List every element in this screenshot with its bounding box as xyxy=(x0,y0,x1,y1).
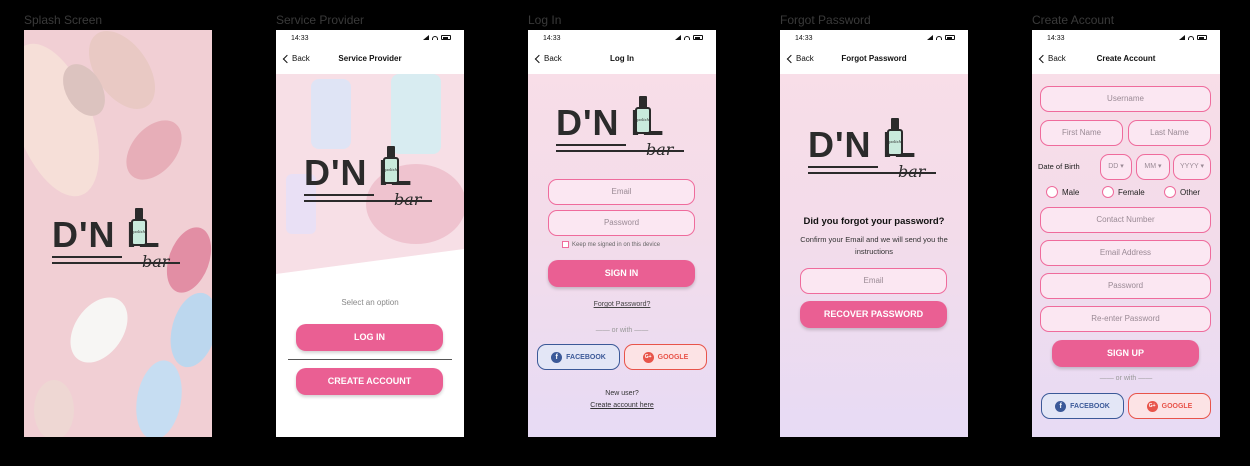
signal-icon xyxy=(927,35,933,40)
status-bar: 14:33 xyxy=(276,30,464,46)
facebook-icon: f xyxy=(1055,400,1067,412)
frame-label-splash: Splash Screen xyxy=(24,13,103,27)
or-with-divider: —— or with —— xyxy=(595,327,649,334)
status-bar: 14:33 xyxy=(780,30,968,46)
google-button[interactable]: G+ GOOGLE xyxy=(1128,393,1211,419)
nav-bar: Back Service Provider xyxy=(276,46,464,74)
last-name-field[interactable]: Last Name xyxy=(1128,120,1211,146)
back-button[interactable]: Back xyxy=(786,54,814,63)
forgot-password-screen: 14:33 Back Forgot Password D'N IL polish… xyxy=(780,30,968,437)
wifi-icon xyxy=(684,35,690,40)
google-button[interactable]: G+ GOOGLE xyxy=(624,344,707,370)
nav-bar: Back Log In xyxy=(528,46,716,74)
wifi-icon xyxy=(1188,35,1194,40)
frame-label-forgot: Forgot Password xyxy=(780,13,871,27)
nav-bar: Back Create Account xyxy=(1032,46,1220,74)
chevron-left-icon xyxy=(282,54,292,63)
forgot-logo: D'N IL polish bar xyxy=(808,118,940,181)
first-name-field[interactable]: First Name xyxy=(1040,120,1123,146)
facebook-button[interactable]: f FACEBOOK xyxy=(1041,393,1124,419)
battery-icon xyxy=(1197,35,1207,40)
email-field[interactable]: Email xyxy=(548,179,695,205)
login-button[interactable]: LOG IN xyxy=(296,324,443,351)
radio-icon[interactable] xyxy=(1102,186,1114,198)
chevron-left-icon xyxy=(534,54,544,63)
logo-bar-text: bar xyxy=(142,252,170,271)
google-icon: G+ xyxy=(642,351,654,363)
keep-signed-in[interactable]: Keep me signed in on this device xyxy=(562,241,660,248)
back-button[interactable]: Back xyxy=(282,54,310,63)
signal-icon xyxy=(1179,35,1185,40)
password-field[interactable]: Password xyxy=(1040,273,1211,299)
status-bar: 14:33 xyxy=(1032,30,1220,46)
create-account-screen: 14:33 Back Create Account Username First… xyxy=(1032,30,1220,437)
or-with-divider: —— or with —— xyxy=(1099,375,1153,382)
facebook-icon: f xyxy=(551,351,563,363)
splash-logo: D'N IL polish bar xyxy=(52,208,184,271)
signal-icon xyxy=(423,35,429,40)
facebook-button[interactable]: f FACEBOOK xyxy=(537,344,620,370)
polish-bottle-icon: polish xyxy=(635,96,651,134)
back-button[interactable]: Back xyxy=(1038,54,1066,63)
dob-year-select[interactable]: YYYY ▾ xyxy=(1173,154,1211,180)
polish-bottle-icon: polish xyxy=(131,208,147,246)
service-provider-screen: 14:33 Back Service Provider D'N IL polis… xyxy=(276,30,464,437)
wifi-icon xyxy=(936,35,942,40)
radio-icon[interactable] xyxy=(1046,186,1058,198)
create-account-link[interactable]: Create account here xyxy=(528,402,716,409)
reenter-password-field[interactable]: Re-enter Password xyxy=(1040,306,1211,332)
username-field[interactable]: Username xyxy=(1040,86,1211,112)
polish-bottle-icon: polish xyxy=(887,118,903,156)
gender-female-radio[interactable]: Female xyxy=(1102,186,1145,198)
forgot-heading: Did you forgot your password? xyxy=(803,216,945,227)
radio-icon[interactable] xyxy=(1164,186,1176,198)
login-screen: 14:33 Back Log In D'N IL polish bar Emai… xyxy=(528,30,716,437)
dob-day-select[interactable]: DD ▾ xyxy=(1100,154,1132,180)
create-account-button[interactable]: CREATE ACCOUNT xyxy=(296,368,443,395)
frame-label-provider: Service Provider xyxy=(276,13,365,27)
battery-icon xyxy=(441,35,451,40)
forgot-password-link[interactable]: Forgot Password? xyxy=(528,301,716,308)
password-field[interactable]: Password xyxy=(548,210,695,236)
signup-button[interactable]: SIGN UP xyxy=(1052,340,1199,367)
gender-other-radio[interactable]: Other xyxy=(1164,186,1200,198)
chevron-left-icon xyxy=(786,54,796,63)
new-user-text: New user? xyxy=(605,390,639,397)
status-time: 14:33 xyxy=(291,35,309,42)
wifi-icon xyxy=(432,35,438,40)
select-option-text: Select an option xyxy=(341,298,399,307)
google-icon: G+ xyxy=(1146,400,1158,412)
dob-month-select[interactable]: MM ▾ xyxy=(1136,154,1170,180)
status-bar: 14:33 xyxy=(528,30,716,46)
frame-label-create: Create Account xyxy=(1032,13,1115,27)
email-address-field[interactable]: Email Address xyxy=(1040,240,1211,266)
signal-icon xyxy=(675,35,681,40)
provider-logo: D'N IL polish bar xyxy=(304,146,436,209)
nav-bar: Back Forgot Password xyxy=(780,46,968,74)
logo-line xyxy=(52,256,122,258)
battery-icon xyxy=(693,35,703,40)
back-button[interactable]: Back xyxy=(534,54,562,63)
frame-label-login: Log In xyxy=(528,13,562,27)
recover-password-button[interactable]: RECOVER PASSWORD xyxy=(800,301,947,328)
contact-number-field[interactable]: Contact Number xyxy=(1040,207,1211,233)
forgot-description: Confirm your Email and we will send you … xyxy=(800,235,948,256)
polish-bottle-icon: polish xyxy=(383,146,399,184)
checkbox[interactable] xyxy=(562,241,569,248)
gender-male-radio[interactable]: Male xyxy=(1046,186,1079,198)
battery-icon xyxy=(945,35,955,40)
signin-button[interactable]: SIGN IN xyxy=(548,260,695,287)
dob-label: Date of Birth xyxy=(1038,162,1080,171)
login-logo: D'N IL polish bar xyxy=(556,96,688,159)
email-field[interactable]: Email xyxy=(800,268,947,294)
splash-screen: D'N IL polish bar xyxy=(24,30,212,437)
chevron-left-icon xyxy=(1038,54,1048,63)
divider xyxy=(288,359,452,360)
